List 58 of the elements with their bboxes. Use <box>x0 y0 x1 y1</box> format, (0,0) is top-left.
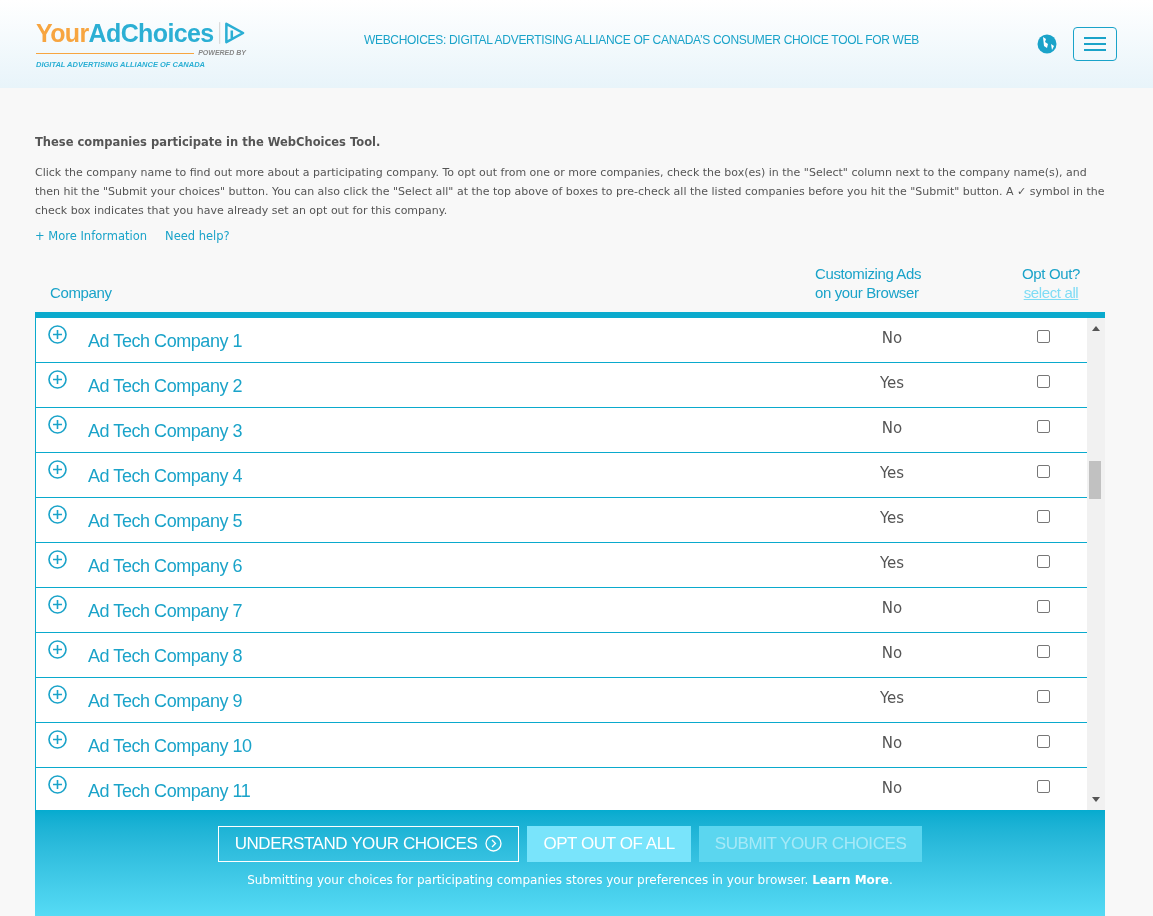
column-header: Customizing Ads on your Browser <box>815 263 923 302</box>
customizing-status: Yes <box>878 688 906 710</box>
customizing-status: No <box>880 598 904 620</box>
customizing-status: No <box>880 643 904 665</box>
company-link[interactable]: Ad Tech Company 6 <box>88 553 862 580</box>
footer-note: Submitting your choices for participating companies stores your preferences in your browser. Learn More. <box>247 871 893 889</box>
expand-icon[interactable] <box>48 505 67 524</box>
intro-paragraph: Click the company name to find out more about a participating company. To opt out from one or more companies, check the box(es) in the "Select" column next to the company name(s), and then hit the "Submit your choices" button. You can also click the "Select all" at the top above of boxes to pre-check all the listed companies before you hit the "Submit" button. A ✓ symbol in the check box indicates that you have already set an opt out for this company. <box>35 165 1106 220</box>
help-link[interactable]: Need help? <box>165 228 230 246</box>
intro-heading: These companies participate in the WebChoices Tool. <box>35 134 382 151</box>
opt-out-checkbox[interactable] <box>1037 420 1050 433</box>
opt-out-checkbox[interactable] <box>1037 330 1050 343</box>
company-link[interactable]: Ad Tech Company 1 <box>88 328 862 355</box>
opt-out-checkbox[interactable] <box>1037 375 1050 388</box>
column-header: Company <box>50 282 113 302</box>
expand-icon[interactable] <box>48 595 67 614</box>
page-title: WEBCHOICES: DIGITAL ADVERTISING ALLIANCE OF CANADA’S CONSUMER CHOICE TOOL FOR WEB <box>363 32 920 49</box>
opt-out-checkbox[interactable] <box>1037 735 1050 748</box>
company-link[interactable]: Ad Tech Company 11 <box>88 778 862 805</box>
customizing-status: Yes <box>878 373 906 395</box>
expand-icon[interactable] <box>48 415 67 434</box>
company-link[interactable]: Ad Tech Company 2 <box>88 373 862 400</box>
chevron-circle-icon <box>485 835 503 852</box>
customizing-status: No <box>880 328 904 350</box>
opt-out-checkbox[interactable] <box>1037 780 1050 793</box>
expand-icon[interactable] <box>48 550 67 569</box>
expand-icon[interactable] <box>48 325 67 344</box>
expand-icon[interactable] <box>48 685 67 704</box>
column-header: Opt Out? <box>1022 263 1080 283</box>
help-link[interactable]: + More Information <box>35 228 148 246</box>
company-link[interactable]: Ad Tech Company 4 <box>88 463 862 490</box>
company-link[interactable]: Ad Tech Company 5 <box>88 508 862 535</box>
expand-icon[interactable] <box>48 640 67 659</box>
expand-icon[interactable] <box>48 460 67 479</box>
customizing-status: Yes <box>878 553 906 575</box>
action-button[interactable]: UNDERSTAND YOUR CHOICES <box>217 825 520 862</box>
opt-out-checkbox[interactable] <box>1037 645 1050 658</box>
company-link[interactable]: Ad Tech Company 3 <box>88 418 862 445</box>
opt-out-checkbox[interactable] <box>1037 600 1050 613</box>
opt-out-checkbox[interactable] <box>1037 690 1050 703</box>
expand-icon[interactable] <box>48 370 67 389</box>
select-all-link[interactable]: select all <box>1023 282 1079 302</box>
opt-out-checkbox[interactable] <box>1037 510 1050 523</box>
customizing-status: No <box>880 418 904 440</box>
company-link[interactable]: Ad Tech Company 9 <box>88 688 862 715</box>
company-link[interactable]: Ad Tech Company 10 <box>88 733 862 760</box>
customizing-status: No <box>880 733 904 755</box>
customizing-status: Yes <box>878 508 906 530</box>
expand-icon[interactable] <box>48 775 67 794</box>
opt-out-checkbox[interactable] <box>1037 555 1050 568</box>
menu-button[interactable] <box>1073 27 1117 61</box>
expand-icon[interactable] <box>48 730 67 749</box>
company-link[interactable]: Ad Tech Company 7 <box>88 598 862 625</box>
globe-icon[interactable] <box>1037 34 1057 54</box>
customizing-status: Yes <box>878 463 906 485</box>
opt-out-checkbox[interactable] <box>1037 465 1050 478</box>
customizing-status: No <box>880 778 904 800</box>
company-link[interactable]: Ad Tech Company 8 <box>88 643 862 670</box>
